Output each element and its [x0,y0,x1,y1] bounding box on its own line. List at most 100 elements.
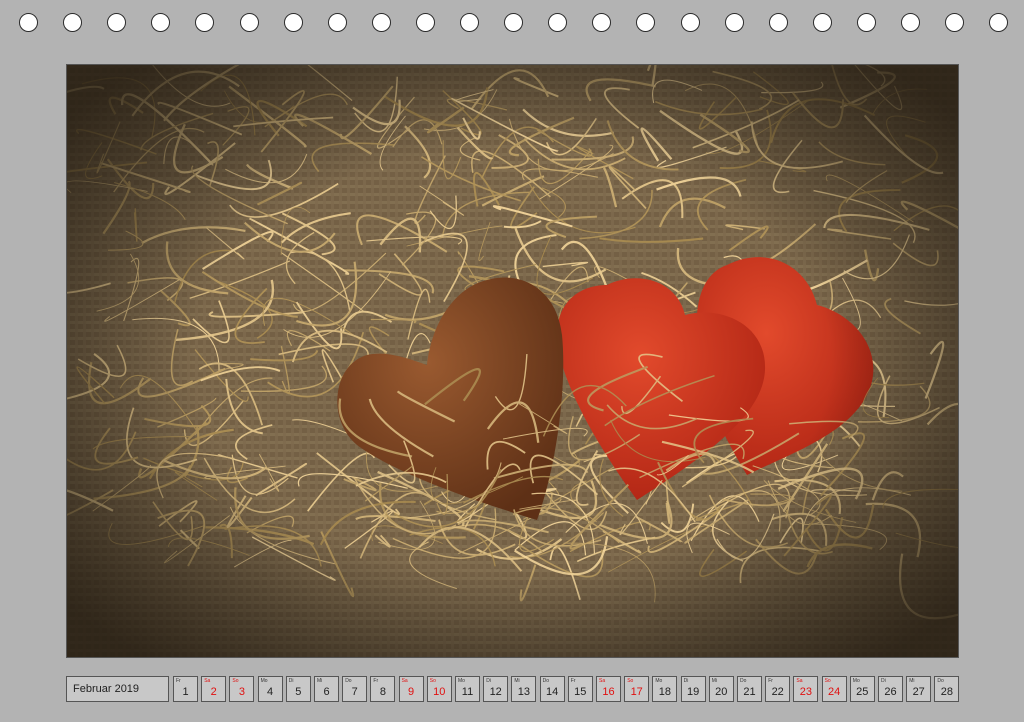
calendar-day: Mi 27 [906,676,932,702]
day-number: 3 [238,686,245,698]
day-number: 7 [351,686,358,698]
binding-hole [460,13,479,32]
binding-hole [945,13,965,32]
binding-hole [592,13,612,32]
day-number: 28 [940,686,954,698]
day-number: 16 [602,686,615,698]
calendar-day: Mi 13 [511,676,537,702]
calendar-day: Do 7 [342,676,368,702]
weekday-label: Do [937,678,944,684]
day-number: 14 [545,686,559,698]
binding-hole [680,13,700,32]
binding-hole [636,13,656,32]
calendar-day: Mi 6 [314,676,339,702]
day-number: 19 [686,686,700,698]
calendar-day: Sa 2 [201,676,227,702]
weekday-label: Di [683,678,689,684]
weekday-label: Sa [599,678,606,684]
weekday-label: Fr [176,678,181,684]
binding-hole [19,13,38,32]
binding-hole [195,13,215,32]
day-number: 9 [408,686,415,698]
weekday-label: Sa [401,678,408,684]
calendar-day: Di 19 [680,676,706,702]
day-number: 2 [210,686,217,698]
binding-hole [856,13,876,32]
binding-hole [989,13,1009,32]
weekday-label: So [232,678,239,684]
day-number: 1 [182,686,189,698]
calendar-day: Mo 11 [455,676,480,702]
calendar-day: So 17 [624,676,650,702]
calendar-day: Mo 25 [849,676,875,702]
calendar-day: Do 14 [539,676,565,702]
day-number: 22 [771,686,784,698]
weekday-label: Fr [373,678,379,684]
weekday-label: Do [345,678,352,684]
weekday-label: Mo [655,678,663,684]
day-number: 10 [433,686,446,698]
day-number: 8 [379,686,386,698]
weekday-label: Mo [852,678,860,684]
weekday-label: Sa [204,678,211,684]
calendar-day: Do 21 [737,676,762,702]
day-number: 25 [856,686,869,698]
day-number: 6 [323,686,330,698]
calendar-day: Mi 20 [708,676,734,702]
day-number: 21 [743,686,756,698]
binding-hole [768,13,788,32]
day-number: 17 [630,686,643,698]
binding-hole [724,13,744,32]
binding-hole [283,13,303,32]
binding-hole [151,13,171,32]
month-label: Februar 2019 [66,676,169,702]
calendar-day: Di 5 [285,676,311,702]
weekday-label: Mi [909,678,915,684]
calendar-day: Fr 8 [370,676,396,702]
calendar-day: Fr 15 [567,676,593,702]
binding-hole [504,13,524,32]
binding-hole [327,13,347,32]
weekday-label: Fr [768,678,773,684]
calendar-day: Mo 18 [652,676,678,702]
weekday-label: Mi [317,678,323,684]
calendar-day: So 24 [821,676,847,702]
calendar-day: So 3 [229,676,255,702]
weekday-label: Di [881,678,886,684]
weekday-label: Do [740,678,747,684]
day-number: 20 [715,686,728,698]
day-number: 11 [461,686,474,698]
day-number: 24 [827,686,841,698]
calendar-day: Fr 1 [173,676,198,702]
binding-hole [812,13,832,32]
binding-hole [107,13,127,32]
day-number: 23 [799,686,813,698]
calendar-day: Di 12 [483,676,509,702]
day-number: 27 [912,686,925,698]
day-number: 5 [295,686,302,698]
day-number: 4 [267,686,274,698]
weekday-label: Mi [514,678,520,684]
spiral-binding [0,0,1024,48]
weekday-label: So [627,678,634,684]
weekday-label: Sa [796,678,803,684]
binding-hole [548,13,568,32]
calendar-day: Sa 23 [793,676,819,702]
day-number: 26 [884,686,897,698]
weekday-label: Di [486,678,491,684]
day-number: 12 [489,686,502,698]
day-number: 13 [517,686,531,698]
weekday-label: Mi [711,678,718,684]
weekday-label: Mo [458,678,465,684]
weekday-label: Mo [260,678,268,684]
binding-hole [239,13,259,32]
hearts-in-straw-image [67,65,958,657]
day-number: 15 [574,686,587,698]
weekday-label: So [824,678,831,684]
weekday-label: Do [542,678,549,684]
weekday-label: Di [288,678,294,684]
weekday-label: Fr [570,678,576,684]
calendar-day: Sa 9 [398,676,424,702]
calendar-day: Do 28 [934,676,960,702]
weekday-label: So [429,678,436,684]
